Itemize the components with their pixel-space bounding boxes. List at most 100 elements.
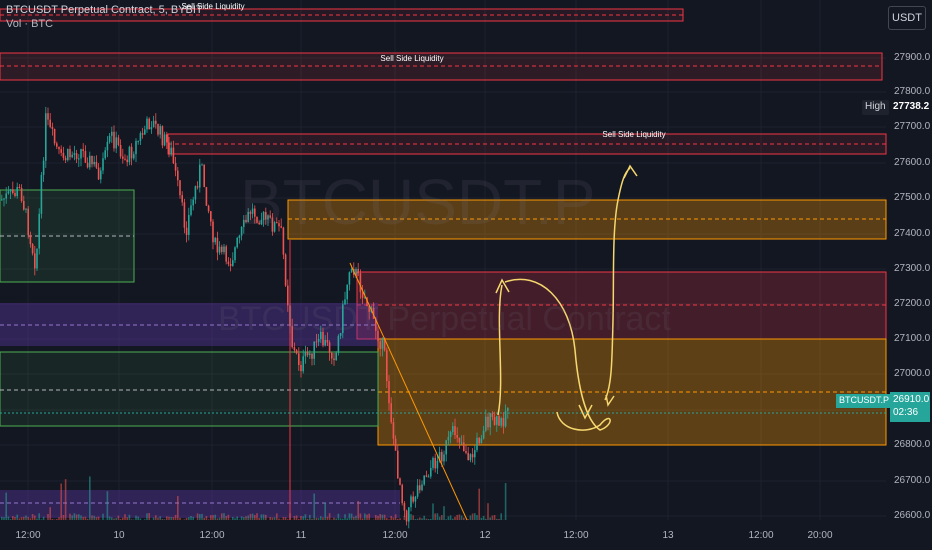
- price-chart[interactable]: [0, 0, 932, 550]
- candle-body: [260, 220, 263, 225]
- volume-bar: [95, 517, 98, 520]
- candle-body: [27, 208, 29, 236]
- volume-bar: [500, 513, 502, 520]
- candle-body: [69, 148, 71, 158]
- candle-body: [227, 261, 230, 265]
- volume-bar: [368, 513, 370, 520]
- candle-body: [45, 113, 47, 161]
- volume-bar: [40, 519, 43, 520]
- candle-body: [34, 253, 36, 269]
- volume-bar: [302, 516, 304, 520]
- volume-bar: [452, 518, 454, 520]
- chart-legend[interactable]: BTCUSDT Perpetual Contract, 5, BYBIT Vol…: [6, 3, 203, 31]
- candle-body: [183, 202, 186, 228]
- volume-bar: [467, 519, 469, 520]
- candle-body: [196, 186, 199, 188]
- candle-body: [480, 438, 483, 444]
- volume-bar: [163, 519, 166, 520]
- volume-bar: [201, 513, 203, 520]
- candle-body: [40, 174, 43, 214]
- volume-bar: [60, 483, 62, 520]
- candle-body: [485, 416, 487, 431]
- volume-bar: [405, 513, 408, 520]
- volume-bar: [482, 515, 485, 520]
- volume-bar: [278, 518, 280, 520]
- candle-body: [265, 211, 267, 220]
- candle-body: [214, 237, 216, 243]
- candle-body: [119, 145, 122, 157]
- volume-bar: [205, 516, 208, 520]
- green-zone-lower: [0, 351, 379, 427]
- volume-bar: [328, 513, 331, 520]
- volume-bar: [212, 515, 214, 520]
- candle-body: [452, 426, 454, 433]
- volume-bar: [493, 514, 496, 520]
- volume-bar: [348, 513, 351, 520]
- volume-bar: [256, 513, 258, 520]
- candle-body: [267, 215, 269, 220]
- candle-body: [324, 340, 326, 346]
- volume-bar: [504, 483, 507, 520]
- candle-body: [478, 437, 480, 444]
- candle-body: [117, 137, 120, 146]
- volume-bar: [221, 513, 223, 520]
- candle-body: [179, 180, 181, 196]
- volume-bar: [126, 517, 128, 520]
- volume-bar: [148, 513, 150, 520]
- volume-bar: [29, 518, 32, 520]
- volume-bar: [122, 517, 124, 520]
- last-price: 26910.0: [893, 394, 930, 405]
- candle-body: [139, 133, 142, 141]
- price-tick-label: 27900.0: [894, 52, 931, 63]
- candle-body: [31, 244, 34, 254]
- price-tick-label: 27000.0: [894, 368, 931, 379]
- volume-bar: [203, 517, 205, 520]
- candle-body: [454, 426, 456, 436]
- price-tick-label: 26700.0: [894, 475, 931, 486]
- candle-body: [93, 161, 95, 165]
- volume-bar: [89, 476, 91, 520]
- candle-body: [216, 237, 219, 253]
- volume-bar: [287, 519, 289, 520]
- candle-body: [91, 155, 93, 165]
- candle-body: [78, 158, 80, 160]
- volume-bar: [474, 513, 476, 520]
- volume-bar: [3, 517, 5, 520]
- volume-bar: [436, 513, 439, 520]
- candle-body: [9, 189, 12, 192]
- volume-bar: [34, 515, 36, 520]
- candle-body: [278, 223, 280, 227]
- price-tick-label: 27800.0: [894, 86, 931, 97]
- candle-body: [229, 264, 232, 266]
- volume-bar: [379, 514, 381, 520]
- volume-bar: [192, 516, 194, 520]
- candle-body: [42, 160, 45, 175]
- candle-body: [247, 211, 249, 223]
- volume-bar: [216, 518, 219, 520]
- candle-body: [18, 186, 21, 189]
- volume-bar: [458, 514, 461, 520]
- candle-body: [427, 476, 430, 478]
- volume-bar: [390, 515, 392, 520]
- candle-body: [80, 149, 82, 159]
- candle-body: [328, 342, 331, 353]
- candle-body: [456, 435, 458, 438]
- candle-body: [172, 147, 175, 164]
- volume-bar: [157, 517, 159, 520]
- candle-body: [133, 154, 135, 159]
- volume-bar: [300, 516, 302, 520]
- candle-body: [97, 167, 100, 180]
- currency-button[interactable]: USDT: [888, 6, 926, 30]
- candle-body: [359, 273, 362, 293]
- volume-bar: [388, 519, 390, 520]
- candle-body: [430, 467, 432, 477]
- volume-bar: [317, 518, 320, 520]
- candle-body: [1, 199, 3, 201]
- volume-legend[interactable]: Vol · BTC: [6, 17, 203, 31]
- volume-bar: [254, 515, 256, 520]
- candle-body: [29, 235, 32, 245]
- volume-bar: [260, 514, 263, 520]
- time-tick-label: 12:00: [563, 530, 589, 541]
- symbol-legend[interactable]: BTCUSDT Perpetual Contract, 5, BYBIT: [6, 3, 203, 17]
- volume-bar: [130, 519, 133, 520]
